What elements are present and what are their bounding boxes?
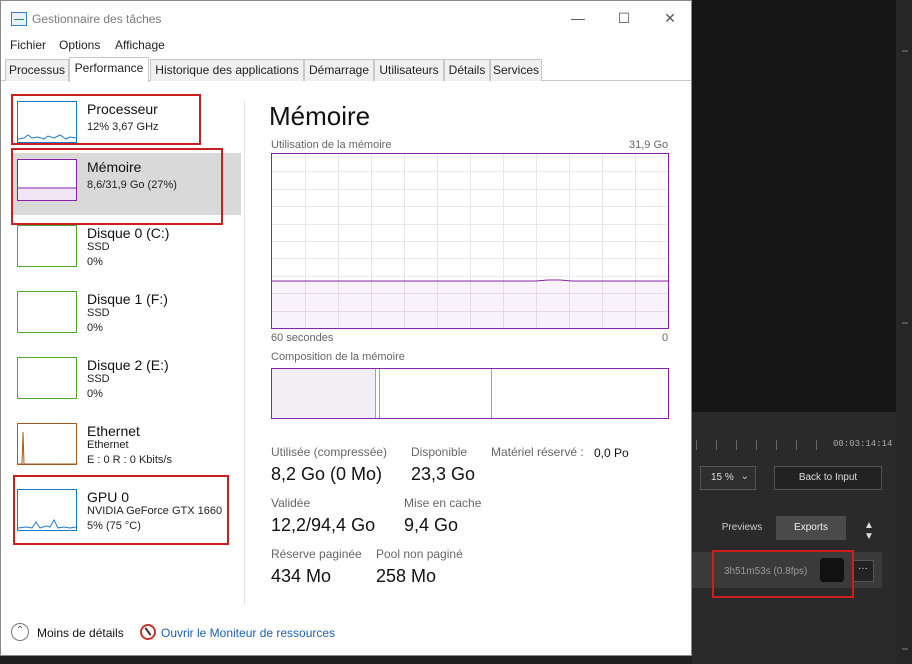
sidebar-item-type: SSD <box>87 307 110 319</box>
tab-performance[interactable]: Performance <box>69 57 149 82</box>
stat-paged-label: Réserve paginée <box>271 547 362 561</box>
memory-usage-graph <box>271 153 669 329</box>
ethernet-thumbnail-graph <box>17 423 77 465</box>
graph-time-left: 60 secondes <box>271 332 334 344</box>
sidebar-item-title: Ethernet <box>87 423 140 439</box>
stat-nonpaged-label: Pool non paginé <box>376 547 463 561</box>
more-options-button[interactable]: ··· <box>852 560 874 582</box>
tab-demarrage[interactable]: Démarrage <box>304 59 374 81</box>
window-title: Gestionnaire des tâches <box>32 12 162 26</box>
background-scroll-strip <box>896 0 912 664</box>
close-button[interactable]: ✕ <box>655 7 685 29</box>
highlight-box-cpu <box>11 94 201 145</box>
usage-graph-label: Utilisation de la mémoire <box>271 139 392 151</box>
resource-monitor-link[interactable]: Ouvrir le Moniteur de ressources <box>161 626 335 640</box>
stat-reserved-label: Matériel réservé : <box>491 445 584 459</box>
pane-divider <box>244 101 245 605</box>
task-manager-icon <box>11 12 27 26</box>
composition-free <box>492 369 668 418</box>
menu-affichage[interactable]: Affichage <box>115 38 165 52</box>
stat-cached-label: Mise en cache <box>404 496 482 510</box>
stat-used-value: 8,2 Go (0 Mo) <box>271 464 383 484</box>
highlight-box-memory <box>11 148 223 225</box>
zoom-select[interactable]: 15 % ⌄ <box>700 466 756 490</box>
timecode-label: 00:03:14:14 <box>833 439 893 449</box>
sidebar-item-title: Disque 0 (C:) <box>87 225 170 241</box>
sidebar-item-type: Ethernet <box>87 439 129 451</box>
graph-time-right: 0 <box>662 332 669 344</box>
fewer-details-link[interactable]: Moins de détails <box>37 626 124 640</box>
stat-nonpaged-value: 258 Mo <box>376 566 437 586</box>
stat-committed-value: 12,2/94,4 Go <box>271 515 376 535</box>
tab-utilisateurs[interactable]: Utilisateurs <box>374 59 444 81</box>
tab-services[interactable]: Services <box>490 59 542 81</box>
zoom-value: 15 % <box>711 472 734 483</box>
back-to-input-button[interactable]: Back to Input <box>774 466 882 490</box>
page-title: Mémoire <box>269 101 371 131</box>
usage-area <box>272 281 668 328</box>
stat-paged-value: 434 Mo <box>271 566 332 586</box>
task-manager-window: Gestionnaire des tâches — ☐ ✕ Fichier Op… <box>0 0 692 656</box>
composition-label: Composition de la mémoire <box>271 351 405 363</box>
chevron-down-icon: ⌄ <box>740 471 749 482</box>
stat-reserved-value: 0,0 Po <box>594 446 629 460</box>
sidebar-item-ethernet[interactable]: Ethernet Ethernet E : 0 R : 0 Kbits/s <box>11 417 241 479</box>
chevron-up-icon[interactable]: ⌃ <box>11 623 29 641</box>
background-tabs: Previews Exports <box>692 516 880 540</box>
menu-fichier[interactable]: Fichier <box>10 38 46 52</box>
usage-graph-max: 31,9 Go <box>629 139 669 151</box>
sidebar-item-disque-0[interactable]: Disque 0 (C:) SSD 0% <box>11 219 241 281</box>
sidebar-item-detail: 0% <box>87 256 103 268</box>
stat-available-label: Disponible <box>411 445 468 459</box>
disk-thumbnail-graph <box>17 225 77 267</box>
stat-cached-value: 9,4 Go <box>404 515 459 535</box>
sidebar-item-disque-1[interactable]: Disque 1 (F:) SSD 0% <box>11 285 241 347</box>
sidebar-item-detail: 0% <box>87 388 103 400</box>
tab-processus[interactable]: Processus <box>5 59 69 81</box>
tab-strip: Processus Performance Historique des app… <box>1 57 691 82</box>
stat-available-value: 23,3 Go <box>411 464 476 484</box>
resource-monitor-icon <box>140 624 156 640</box>
footer: ⌃ Moins de détails Ouvrir le Moniteur de… <box>1 617 691 657</box>
menu-bar: Fichier Options Affichage <box>1 36 691 56</box>
tab-historique[interactable]: Historique des applications <box>150 59 304 81</box>
menu-options[interactable]: Options <box>59 38 100 52</box>
sort-icon[interactable]: ▲ ▼ <box>864 520 874 542</box>
tab-exports[interactable]: Exports <box>776 516 846 540</box>
sidebar-item-disque-2[interactable]: Disque 2 (E:) SSD 0% <box>11 351 241 413</box>
stat-committed-label: Validée <box>271 496 311 510</box>
minimize-button[interactable]: — <box>563 7 593 29</box>
tab-previews[interactable]: Previews <box>712 516 772 540</box>
sidebar-item-type: SSD <box>87 241 110 253</box>
disk-thumbnail-graph <box>17 357 77 399</box>
disk-thumbnail-graph <box>17 291 77 333</box>
composition-standby <box>380 369 492 418</box>
highlight-box-gpu <box>13 475 229 545</box>
composition-in-use <box>272 369 376 418</box>
sidebar-item-title: Disque 2 (E:) <box>87 357 169 373</box>
memory-usage-chart <box>272 154 668 328</box>
sidebar-item-title: Disque 1 (F:) <box>87 291 168 307</box>
title-bar[interactable]: Gestionnaire des tâches — ☐ ✕ <box>1 1 691 35</box>
maximize-button[interactable]: ☐ <box>609 7 639 29</box>
sidebar-item-detail: E : 0 R : 0 Kbits/s <box>87 454 172 466</box>
sidebar-item-detail: 0% <box>87 322 103 334</box>
tab-details[interactable]: Détails <box>444 59 490 81</box>
stat-used-label: Utilisée (compressée) <box>271 445 388 459</box>
highlight-box-export <box>712 550 854 598</box>
memory-composition-bar <box>271 368 669 419</box>
sidebar-item-type: SSD <box>87 373 110 385</box>
